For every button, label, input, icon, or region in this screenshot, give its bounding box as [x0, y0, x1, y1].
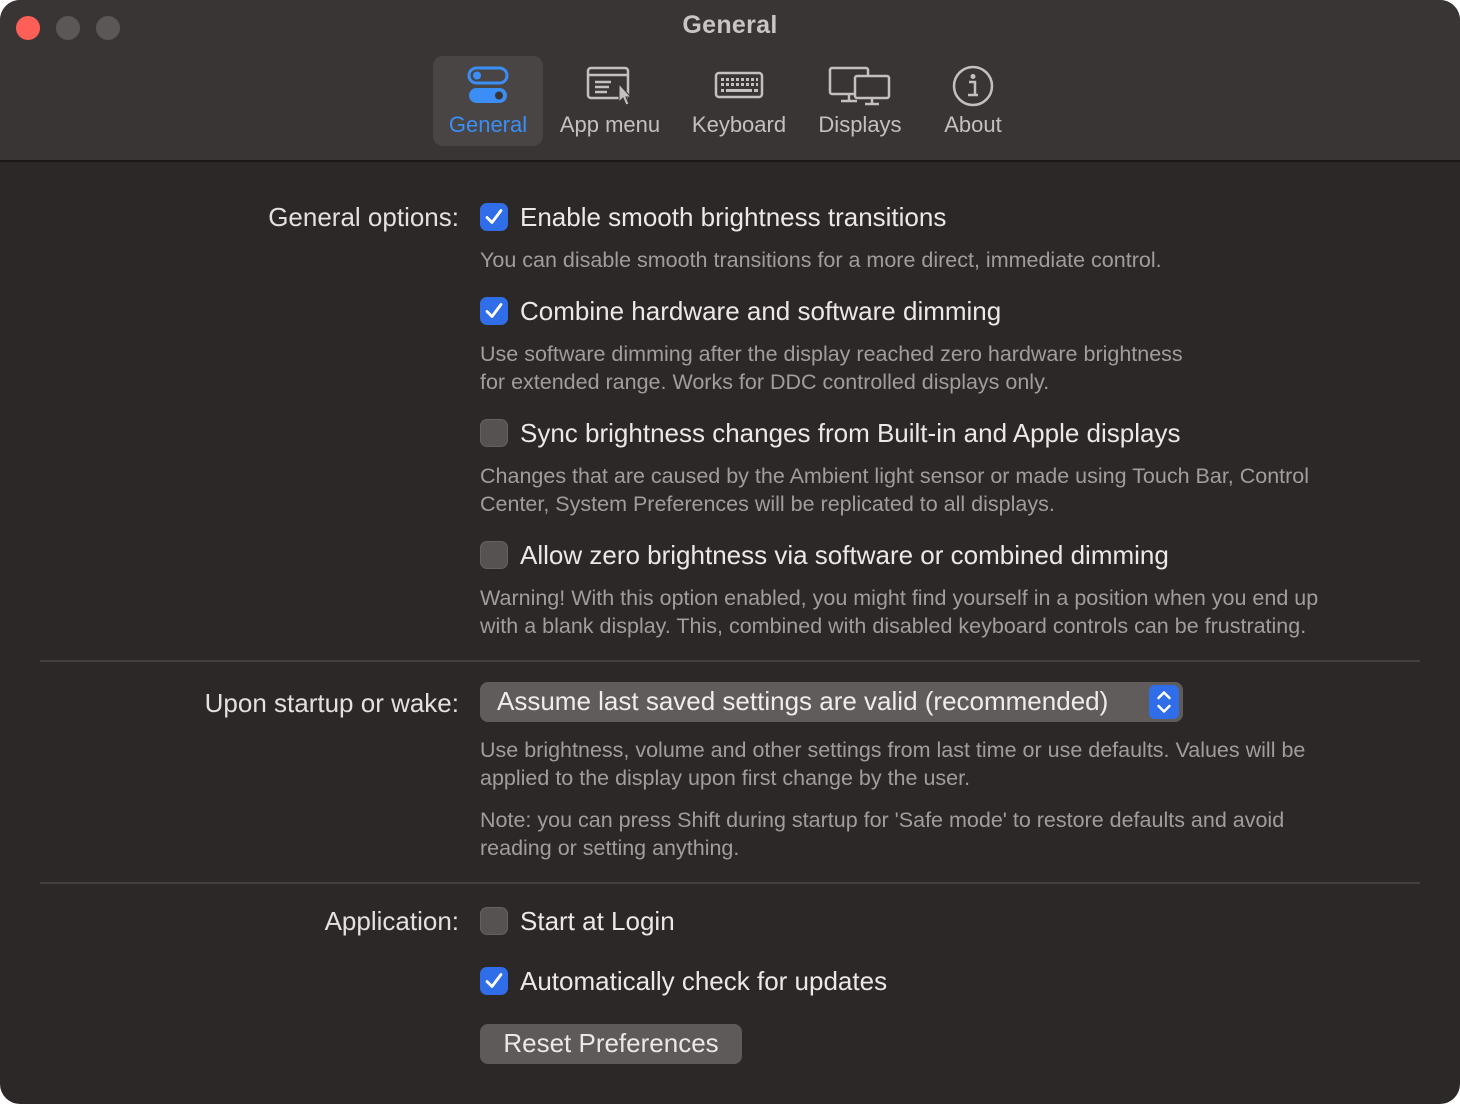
smooth-transitions-checkbox[interactable] — [480, 203, 508, 231]
description-line: Use software dimming after the display r… — [480, 342, 1183, 366]
note-line: Note: you can press Shift during startup… — [480, 808, 1285, 832]
window-title: General — [682, 11, 778, 39]
tab-general[interactable]: General — [433, 56, 543, 146]
zero-brightness-label[interactable]: Allow zero brightness via software or co… — [520, 540, 1169, 571]
auto-update-checkbox[interactable] — [480, 967, 508, 995]
preferences-window: General General App menu Keyboard Displa… — [0, 0, 1460, 1104]
app-menu-icon — [553, 64, 667, 108]
description-line: Center, System Preferences will be repli… — [480, 492, 1055, 516]
tab-keyboard[interactable]: Keyboard — [684, 56, 794, 146]
combine-dimming-checkbox[interactable] — [480, 297, 508, 325]
displays-icon — [810, 64, 910, 108]
application-label: Application: — [324, 906, 459, 936]
description-line: Warning! With this option enabled, you m… — [480, 586, 1319, 610]
description-line: with a blank display. This, combined wit… — [480, 614, 1307, 638]
description-line: Use brightness, volume and other setting… — [480, 738, 1306, 762]
section-divider — [40, 660, 1420, 662]
checkmark-icon — [485, 209, 503, 224]
smooth-transitions-description: You can disable smooth transitions for a… — [480, 248, 1162, 272]
safe-mode-note: Note: you can press Shift during startup… — [480, 806, 1420, 862]
combine-dimming-description: Use software dimming after the display r… — [480, 340, 1420, 396]
tab-displays[interactable]: Displays — [810, 56, 910, 146]
toggles-icon — [433, 64, 543, 108]
info-icon — [930, 64, 1016, 108]
auto-update-label[interactable]: Automatically check for updates — [520, 966, 887, 997]
sync-brightness-description: Changes that are caused by the Ambient l… — [480, 462, 1420, 518]
description-line: applied to the display upon first change… — [480, 766, 971, 790]
reset-preferences-button[interactable]: Reset Preferences — [480, 1024, 742, 1064]
start-at-login-checkbox[interactable] — [480, 907, 508, 935]
zero-brightness-description: Warning! With this option enabled, you m… — [480, 584, 1420, 640]
toolbar: General General App menu Keyboard Displa… — [0, 0, 1460, 162]
tab-label: Displays — [818, 112, 902, 137]
note-line: reading or setting anything. — [480, 836, 740, 860]
startup-description: Use brightness, volume and other setting… — [480, 736, 1420, 792]
section-divider — [40, 882, 1420, 884]
combine-dimming-label[interactable]: Combine hardware and software dimming — [520, 296, 1001, 327]
updown-chevron-icon — [1149, 685, 1179, 719]
tab-label: About — [944, 112, 1002, 137]
startup-selected-value: Assume last saved settings are valid (re… — [497, 686, 1109, 716]
start-at-login-label[interactable]: Start at Login — [520, 906, 675, 937]
sync-brightness-label[interactable]: Sync brightness changes from Built-in an… — [520, 418, 1180, 449]
startup-label: Upon startup or wake: — [204, 688, 459, 718]
smooth-transitions-label[interactable]: Enable smooth brightness transitions — [520, 202, 946, 233]
sync-brightness-checkbox[interactable] — [480, 419, 508, 447]
description-line: for extended range. Works for DDC contro… — [480, 370, 1050, 394]
keyboard-icon — [684, 64, 794, 108]
tab-about[interactable]: About — [930, 56, 1016, 146]
startup-behavior-select[interactable]: Assume last saved settings are valid (re… — [480, 682, 1183, 722]
checkmark-icon — [485, 303, 503, 318]
tab-label: Keyboard — [691, 112, 787, 137]
tab-label: App menu — [559, 112, 661, 137]
zero-brightness-checkbox[interactable] — [480, 541, 508, 569]
tab-label: General — [448, 112, 528, 137]
general-options-label: General options: — [268, 202, 459, 232]
tab-app-menu[interactable]: App menu — [553, 56, 667, 146]
checkmark-icon — [485, 973, 503, 988]
description-line: Changes that are caused by the Ambient l… — [480, 464, 1310, 488]
